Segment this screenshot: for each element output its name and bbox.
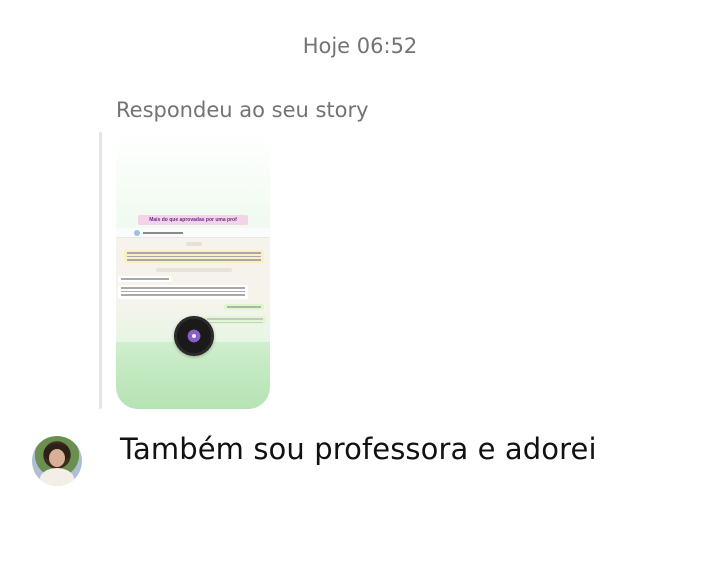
screenshot-message bbox=[118, 276, 172, 282]
story-reply-label: Respondeu ao seu story bbox=[116, 98, 369, 122]
screenshot-header bbox=[116, 228, 270, 238]
screenshot-message bbox=[118, 285, 248, 299]
screenshot-system-line bbox=[156, 268, 232, 272]
screenshot-day-pill bbox=[186, 242, 202, 246]
sender-avatar[interactable] bbox=[32, 436, 82, 486]
reply-quote-bar bbox=[99, 132, 102, 409]
story-caption: Mais do que aprovadas por uma prof bbox=[138, 215, 248, 225]
story-thumbnail[interactable]: Mais do que aprovadas por uma prof bbox=[116, 132, 270, 409]
message-text: Também sou professora e adorei bbox=[120, 432, 597, 466]
screenshot-notice bbox=[124, 250, 264, 263]
message-timestamp: Hoje 06:52 bbox=[302, 34, 418, 58]
vinyl-record-icon bbox=[174, 316, 214, 356]
